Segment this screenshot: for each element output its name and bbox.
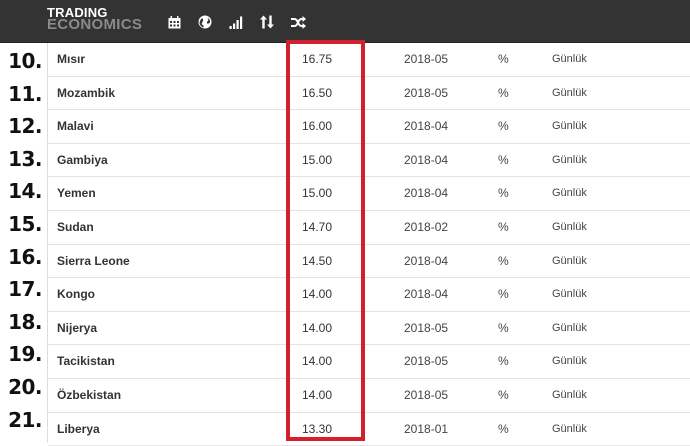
reference-date: 2018-05 xyxy=(404,354,449,369)
calendar-icon[interactable] xyxy=(166,14,182,30)
table-row[interactable]: Kongo 14.00 2018-04 % Günlük xyxy=(48,278,690,312)
country-link[interactable]: Özbekistan xyxy=(57,379,121,412)
table-row[interactable]: Mısır 16.75 2018-05 % Günlük xyxy=(48,43,690,77)
unit: % xyxy=(498,354,509,369)
table-row[interactable]: Sudan 14.70 2018-02 % Günlük xyxy=(48,211,690,245)
rank-number: 10. xyxy=(8,49,42,73)
frequency: Günlük xyxy=(552,355,587,368)
trading-economics-logo[interactable]: TRADING ECONOMICS xyxy=(47,6,142,32)
frequency: Günlük xyxy=(552,254,587,267)
frequency: Günlük xyxy=(552,321,587,334)
unit: % xyxy=(498,387,509,402)
rank-number: 16. xyxy=(8,244,42,269)
table-row[interactable]: Liberya 13.30 2018-01 % Günlük xyxy=(48,413,690,446)
rate-value: 14.00 xyxy=(302,354,333,369)
unit: % xyxy=(498,219,509,234)
frequency: Günlük xyxy=(552,53,587,65)
rate-value: 14.70 xyxy=(302,219,333,234)
table-row[interactable]: Malavi 16.00 2018-04 % Günlük xyxy=(48,110,690,144)
rate-value: 16.75 xyxy=(302,52,333,66)
shuffle-icon[interactable] xyxy=(290,14,306,30)
logo-line-2: ECONOMICS xyxy=(47,16,143,33)
reference-date: 2018-05 xyxy=(404,320,449,335)
unit: % xyxy=(498,85,509,100)
rank-number: 12. xyxy=(8,114,42,139)
unit: % xyxy=(498,186,509,201)
country-link[interactable]: Sudan xyxy=(57,211,94,244)
rate-value: 14.00 xyxy=(302,320,333,335)
table-row[interactable]: Mozambik 16.50 2018-05 % Günlük xyxy=(48,77,690,111)
frequency: Günlük xyxy=(552,220,587,233)
rank-number: 21. xyxy=(8,407,42,432)
country-rates-table: Mısır 16.75 2018-05 % Günlük Mozambik 16… xyxy=(47,43,690,446)
country-link[interactable]: Sierra Leone xyxy=(57,245,130,278)
reference-date: 2018-05 xyxy=(404,52,449,66)
bar-chart-icon[interactable] xyxy=(228,14,244,30)
frequency: Günlük xyxy=(552,187,587,200)
reference-date: 2018-05 xyxy=(404,387,449,402)
rate-value: 16.00 xyxy=(302,119,333,134)
reference-date: 2018-04 xyxy=(404,152,449,167)
unit: % xyxy=(498,421,509,436)
unit: % xyxy=(498,253,509,268)
reference-date: 2018-02 xyxy=(404,219,449,234)
country-link[interactable]: Mısır xyxy=(57,43,85,76)
globe-icon[interactable] xyxy=(197,14,213,30)
rate-value: 14.00 xyxy=(302,387,333,402)
rate-value: 15.00 xyxy=(302,152,333,167)
top-navigation-bar: TRADING ECONOMICS xyxy=(0,0,690,43)
country-link[interactable]: Mozambik xyxy=(57,77,115,110)
country-link[interactable]: Liberya xyxy=(57,413,100,446)
reference-date: 2018-04 xyxy=(404,186,449,201)
table-row[interactable]: Tacikistan 14.00 2018-05 % Günlük xyxy=(48,345,690,379)
rank-number: 13. xyxy=(8,146,42,171)
rank-number: 17. xyxy=(8,277,42,302)
rate-value: 15.00 xyxy=(302,186,333,201)
rate-value: 16.50 xyxy=(302,85,333,100)
frequency: Günlük xyxy=(552,422,587,435)
rate-value: 14.50 xyxy=(302,253,333,268)
frequency: Günlük xyxy=(552,120,587,133)
table-row[interactable]: Sierra Leone 14.50 2018-04 % Günlük xyxy=(48,245,690,279)
country-link[interactable]: Nijerya xyxy=(57,312,97,345)
unit: % xyxy=(498,52,509,66)
table-row[interactable]: Gambiya 15.00 2018-04 % Günlük xyxy=(48,144,690,178)
country-link[interactable]: Yemen xyxy=(57,177,96,210)
frequency: Günlük xyxy=(552,388,587,401)
rate-value: 14.00 xyxy=(302,287,333,302)
table-row[interactable]: Yemen 15.00 2018-04 % Günlük xyxy=(48,177,690,211)
table-row[interactable]: Nijerya 14.00 2018-05 % Günlük xyxy=(48,312,690,346)
reference-date: 2018-04 xyxy=(404,287,449,302)
unit: % xyxy=(498,152,509,167)
unit: % xyxy=(498,287,509,302)
country-link[interactable]: Tacikistan xyxy=(57,345,115,378)
frequency: Günlük xyxy=(552,288,587,301)
nav-icon-group xyxy=(166,14,321,30)
reference-date: 2018-01 xyxy=(404,421,449,436)
reference-date: 2018-04 xyxy=(404,119,449,134)
country-link[interactable]: Kongo xyxy=(57,278,95,311)
sort-icon[interactable] xyxy=(259,14,275,30)
frequency: Günlük xyxy=(552,86,587,99)
reference-date: 2018-05 xyxy=(404,85,449,100)
rank-number: 20. xyxy=(8,374,42,399)
rank-number: 18. xyxy=(8,309,42,334)
rank-column: 10. 11. 12. 13. 14. 15. 16. 17. 18. 19. … xyxy=(0,43,46,434)
unit: % xyxy=(498,119,509,134)
table-row[interactable]: Özbekistan 14.00 2018-05 % Günlük xyxy=(48,379,690,413)
rank-number: 11. xyxy=(8,81,42,106)
rank-number: 19. xyxy=(8,342,42,367)
country-link[interactable]: Gambiya xyxy=(57,144,108,177)
country-link[interactable]: Malavi xyxy=(57,110,94,143)
unit: % xyxy=(498,320,509,335)
rank-number: 15. xyxy=(8,211,42,236)
rank-number: 14. xyxy=(8,179,42,204)
reference-date: 2018-04 xyxy=(404,253,449,268)
rate-value: 13.30 xyxy=(302,421,333,436)
frequency: Günlük xyxy=(552,153,587,166)
